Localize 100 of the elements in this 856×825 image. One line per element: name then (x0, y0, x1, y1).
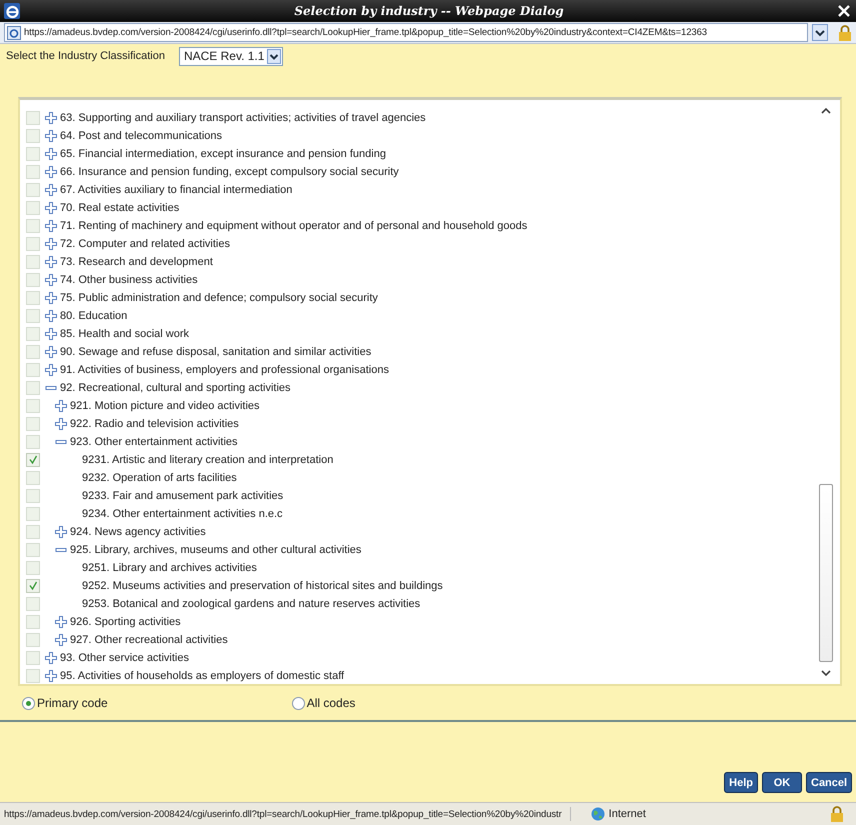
tree-item-label[interactable]: 9233. Fair and amusement park activities (82, 490, 284, 502)
checkbox[interactable] (26, 543, 40, 557)
scroll-down-icon[interactable] (821, 670, 831, 676)
checkbox[interactable] (26, 147, 40, 161)
dialog-button[interactable]: Cancel (806, 772, 852, 793)
tree-item-label[interactable]: 73. Research and development (60, 256, 213, 268)
checkbox[interactable] (26, 471, 40, 485)
checkbox[interactable] (26, 633, 40, 647)
radio-option[interactable]: Primary code (22, 696, 108, 710)
checkbox[interactable] (26, 291, 40, 305)
checkbox[interactable] (26, 237, 40, 251)
checkbox[interactable] (26, 561, 40, 575)
checkbox[interactable] (26, 525, 40, 539)
expand-icon[interactable] (45, 292, 57, 304)
checkbox[interactable] (26, 201, 40, 215)
expand-icon[interactable] (45, 328, 57, 340)
tree-item-label[interactable]: 80. Education (60, 310, 128, 322)
checkbox[interactable] (26, 579, 40, 593)
checkbox[interactable] (26, 489, 40, 503)
checkbox[interactable] (26, 507, 40, 521)
expand-icon[interactable] (55, 616, 67, 628)
expand-icon[interactable] (45, 166, 57, 178)
tree-item-label[interactable]: 71. Renting of machinery and equipment without operator and of personal and household goods (60, 220, 528, 232)
tree-item-label[interactable]: 923. Other entertainment activities (70, 436, 238, 448)
checkbox[interactable] (26, 669, 40, 683)
tree-item-label[interactable]: 63. Supporting and auxiliary transport activities; activities of travel agencies (60, 112, 426, 124)
expand-icon[interactable] (45, 220, 57, 232)
expand-icon[interactable] (45, 274, 57, 286)
tree-item-label[interactable]: 67. Activities auxiliary to financial intermediation (60, 184, 292, 196)
checkbox[interactable] (26, 435, 40, 449)
checkbox[interactable] (26, 345, 40, 359)
checkbox[interactable] (26, 453, 40, 467)
address-field[interactable]: https://amadeus.bvdep.com/version-2008424/cgi/userinfo.dll?tpl=search/LookupHier_frame.tpl&popup_title=Selection%20by%20industry&context=CI4ZEM&ts=12363 (4, 23, 808, 42)
expand-icon[interactable] (45, 148, 57, 160)
tree-item-label[interactable]: 9231. Artistic and literary creation and interpretation (82, 454, 334, 466)
tree-item-label[interactable]: 921. Motion picture and video activities (70, 400, 260, 412)
tree-item-label[interactable]: 9252. Museums activities and preservation of historical sites and buildings (82, 580, 443, 592)
expand-icon[interactable] (55, 418, 67, 430)
radio[interactable] (22, 696, 35, 710)
expand-icon[interactable] (55, 634, 67, 646)
tree-item-label[interactable]: 91. Activities of business, employers and professional organisations (60, 364, 389, 376)
tree-item-label[interactable]: 75. Public administration and defence; compulsory social security (60, 292, 378, 304)
tree-item-label[interactable]: 85. Health and social work (60, 328, 190, 340)
tree-item-label[interactable]: 924. News agency activities (70, 526, 206, 538)
checkbox[interactable] (26, 165, 40, 179)
radio[interactable] (292, 696, 305, 710)
checkbox[interactable] (26, 399, 40, 413)
tree-item-label[interactable]: 9251. Library and archives activities (82, 562, 257, 574)
radio-option[interactable]: All codes (292, 696, 356, 710)
expand-icon[interactable] (45, 364, 57, 376)
expand-icon[interactable] (45, 670, 57, 682)
scroll-up-icon[interactable] (821, 108, 831, 114)
close-icon[interactable] (838, 5, 850, 17)
checkbox[interactable] (26, 111, 40, 125)
tree-item-label[interactable]: 95. Activities of households as employers of domestic staff (60, 670, 344, 682)
tree-item-label[interactable]: 926. Sporting activities (70, 616, 181, 628)
tree-item-label[interactable]: 9234. Other entertainment activities n.e.c (82, 508, 283, 520)
checkbox[interactable] (26, 327, 40, 341)
expand-icon[interactable] (45, 202, 57, 214)
checkbox[interactable] (26, 219, 40, 233)
expand-icon[interactable] (55, 526, 67, 538)
classification-select[interactable]: NACE Rev. 1.1 (178, 46, 284, 66)
tree-item-label[interactable]: 72. Computer and related activities (60, 238, 230, 250)
tree-item-label[interactable]: 90. Sewage and refuse disposal, sanitation and similar activities (60, 346, 372, 358)
dialog-button[interactable]: OK (762, 772, 802, 793)
checkbox[interactable] (26, 183, 40, 197)
expand-icon[interactable] (45, 184, 57, 196)
tree-item-label[interactable]: 74. Other business activities (60, 274, 198, 286)
expand-icon[interactable] (45, 130, 57, 142)
expand-icon[interactable] (45, 652, 57, 664)
expand-icon[interactable] (45, 346, 57, 358)
tree-item-label[interactable]: 92. Recreational, cultural and sporting activities (60, 382, 291, 394)
tree-item-label[interactable]: 64. Post and telecommunications (60, 130, 222, 142)
tree-item-label[interactable]: 70. Real estate activities (60, 202, 180, 214)
checkbox[interactable] (26, 651, 40, 665)
checkbox[interactable] (26, 417, 40, 431)
checkbox[interactable] (26, 381, 40, 395)
tree-item-label[interactable]: 922. Radio and television activities (70, 418, 239, 430)
expand-icon[interactable] (45, 238, 57, 250)
expand-icon[interactable] (45, 256, 57, 268)
scroll-thumb[interactable] (819, 484, 833, 662)
expand-icon[interactable] (45, 112, 57, 124)
dialog-button[interactable]: Help (724, 772, 758, 793)
checkbox[interactable] (26, 255, 40, 269)
tree-item-label[interactable]: 93. Other service activities (60, 652, 189, 664)
tree-item-label[interactable]: 66. Insurance and pension funding, except compulsory social security (60, 166, 399, 178)
tree-item-label[interactable]: 925. Library, archives, museums and other cultural activities (70, 544, 362, 556)
checkbox[interactable] (26, 597, 40, 611)
checkbox[interactable] (26, 615, 40, 629)
tree-item-label[interactable]: 9253. Botanical and zoological gardens and nature reserves activities (82, 598, 420, 610)
tree-item-label[interactable]: 9232. Operation of arts facilities (82, 472, 237, 484)
checkbox[interactable] (26, 129, 40, 143)
tree-item-label[interactable]: 65. Financial intermediation, except insurance and pension funding (60, 148, 386, 160)
expand-icon[interactable] (55, 400, 67, 412)
expand-icon[interactable] (45, 310, 57, 322)
globe-icon (590, 807, 605, 821)
checkbox[interactable] (26, 273, 40, 287)
checkbox[interactable] (26, 309, 40, 323)
tree-item-label[interactable]: 927. Other recreational activities (70, 634, 228, 646)
checkbox[interactable] (26, 363, 40, 377)
